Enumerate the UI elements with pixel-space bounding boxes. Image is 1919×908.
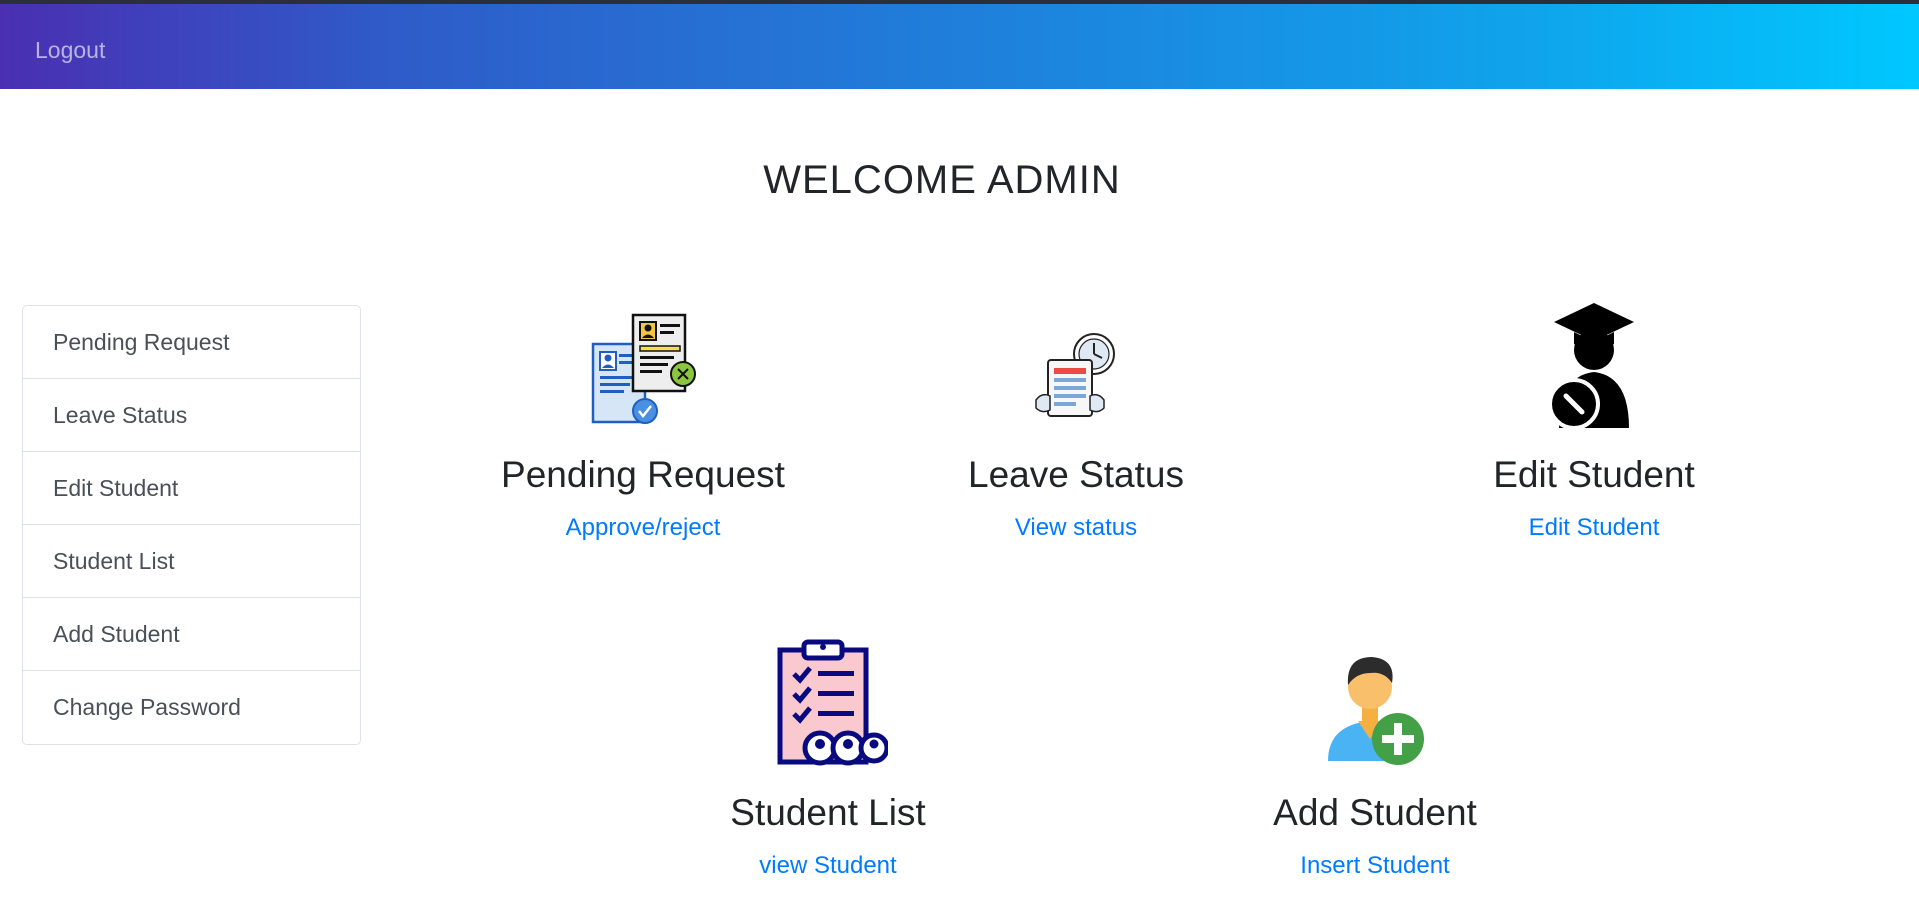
card-student-list: Student List view Student: [618, 638, 1038, 880]
card-title: Edit Student: [1493, 454, 1695, 495]
insert-student-link[interactable]: Insert Student: [1300, 852, 1449, 880]
approve-reject-link[interactable]: Approve/reject: [566, 514, 721, 542]
card-pending-request: Pending Request Approve/reject: [433, 300, 853, 542]
clipboard-clock-icon: [1035, 333, 1115, 417]
user-add-icon: [1328, 657, 1424, 765]
sidebar-item-change-password[interactable]: Change Password: [23, 671, 360, 744]
top-navbar: Logout: [0, 0, 1919, 89]
view-status-link[interactable]: View status: [1015, 514, 1137, 542]
edit-student-link[interactable]: Edit Student: [1529, 514, 1660, 542]
card-title: Pending Request: [501, 454, 785, 495]
documents-approval-icon: [591, 313, 696, 424]
sidebar-menu: Pending Request Leave Status Edit Studen…: [22, 305, 361, 745]
card-edit-student: Edit Student Edit Student: [1384, 300, 1804, 542]
sidebar-item-leave-status[interactable]: Leave Status: [23, 379, 360, 452]
graduate-edit-icon: [1548, 303, 1634, 430]
page-title: WELCOME ADMIN: [763, 158, 1121, 202]
card-title: Leave Status: [968, 454, 1184, 495]
checklist-group-icon: [777, 639, 888, 766]
card-leave-status: Leave Status View status: [866, 300, 1286, 542]
card-add-student: Add Student Insert Student: [1165, 638, 1585, 880]
logout-link[interactable]: Logout: [35, 37, 105, 64]
sidebar-item-add-student[interactable]: Add Student: [23, 598, 360, 671]
card-title: Add Student: [1273, 792, 1477, 833]
card-title: Student List: [730, 792, 926, 833]
view-student-link[interactable]: view Student: [759, 852, 896, 880]
sidebar-item-edit-student[interactable]: Edit Student: [23, 452, 360, 525]
sidebar-item-student-list[interactable]: Student List: [23, 525, 360, 598]
sidebar-item-pending-request[interactable]: Pending Request: [23, 306, 360, 379]
